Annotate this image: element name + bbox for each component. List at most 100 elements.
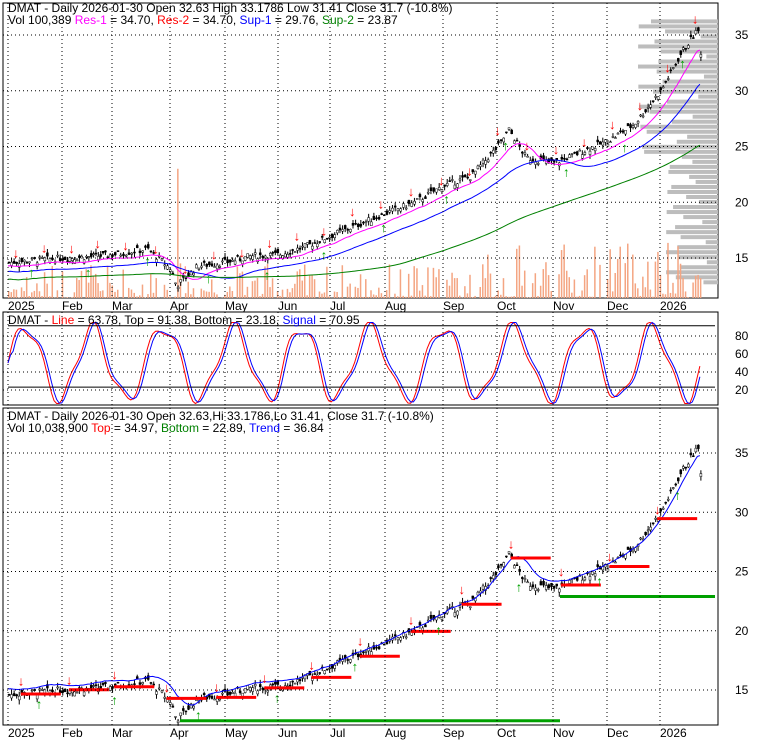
- candle-body: [174, 716, 177, 718]
- x-tick-label: Oct: [497, 299, 516, 313]
- candle-body: [149, 682, 153, 684]
- candle-body: [184, 710, 188, 713]
- candle-body: [521, 577, 524, 579]
- volume-bar: [56, 290, 59, 298]
- volume-profile-bar: [687, 134, 718, 139]
- candle-body: [63, 256, 67, 260]
- candle-body: [238, 690, 242, 694]
- candle-body: [15, 262, 18, 264]
- volume-bar: [359, 274, 362, 298]
- x-tick-label: May: [225, 726, 248, 740]
- volume-profile-bar: [673, 205, 718, 210]
- volume-bar: [259, 296, 261, 298]
- candle-body: [66, 260, 69, 262]
- candle-body: [654, 96, 657, 98]
- sell-arrow-icon: ↓: [609, 117, 616, 132]
- volume-bar: [195, 297, 197, 298]
- candle-body: [163, 264, 166, 267]
- volume-bar: [141, 284, 144, 298]
- candle-body: [513, 565, 516, 569]
- candle-body: [510, 129, 513, 134]
- candle-body: [424, 196, 427, 199]
- buy-arrow-icon: ↑: [111, 692, 118, 707]
- sell-arrow-icon: ↓: [349, 204, 356, 219]
- volume-bar: [318, 291, 321, 298]
- candle-body: [215, 264, 219, 270]
- buy-arrow-icon: ↑: [443, 191, 450, 206]
- candle-body: [639, 114, 642, 117]
- volume-bar: [639, 295, 642, 298]
- volume-bar: [349, 283, 351, 298]
- volume-bar: [326, 266, 328, 298]
- candle-body: [92, 685, 95, 687]
- volume-bar: [367, 296, 370, 298]
- candle-body: [138, 682, 142, 685]
- volume-bar: [526, 297, 529, 298]
- candle-body: [507, 551, 511, 554]
- candle-body: [43, 257, 47, 261]
- candle-body: [448, 180, 452, 182]
- volume-bar: [466, 293, 469, 298]
- candle-body: [367, 217, 370, 222]
- candle-body: [513, 140, 516, 144]
- sell-arrow-icon: ↓: [466, 164, 473, 179]
- candle-body: [404, 636, 408, 639]
- volume-profile-bar: [666, 270, 718, 275]
- volume-bar: [521, 285, 523, 298]
- volume-bar: [213, 292, 216, 298]
- volume-bar: [576, 296, 578, 298]
- candle-body: [187, 705, 190, 710]
- volume-bar: [446, 279, 448, 298]
- volume-bar: [279, 295, 281, 298]
- volume-profile-bar: [692, 159, 718, 164]
- candle-body: [646, 529, 650, 532]
- volume-profile-bar: [662, 79, 718, 84]
- candle-body: [641, 115, 645, 118]
- volume-bar: [25, 277, 28, 298]
- candle-body: [682, 47, 685, 50]
- candle-body: [261, 687, 264, 690]
- candle-body: [418, 622, 422, 626]
- volume-bar: [10, 292, 13, 298]
- candle-body: [651, 522, 655, 525]
- candle-body: [552, 160, 556, 163]
- candle-body: [99, 686, 102, 689]
- volume-bar: [508, 296, 510, 298]
- candle-body: [10, 694, 13, 699]
- candle-body: [48, 258, 52, 263]
- candle-body: [291, 249, 294, 251]
- candle-body: [588, 150, 592, 155]
- candle-body: [243, 688, 247, 693]
- volume-bar: [471, 297, 474, 298]
- volume-bar: [13, 289, 15, 298]
- candle-body: [568, 579, 571, 584]
- candle-body: [699, 54, 703, 58]
- candle-body: [218, 698, 222, 701]
- candle-body: [421, 199, 424, 203]
- volume-bar: [333, 291, 336, 298]
- x-tick-label: Jun: [278, 299, 297, 313]
- candle-body: [497, 140, 500, 144]
- candle-body: [515, 564, 519, 566]
- volume-bar: [147, 294, 149, 298]
- candle-body: [407, 199, 411, 204]
- price-tick-label: 25: [735, 140, 749, 154]
- candle-body: [399, 208, 402, 212]
- candle-body: [550, 583, 553, 588]
- volume-bar: [231, 290, 234, 298]
- candle-body: [364, 651, 368, 653]
- volume-bar: [313, 279, 316, 298]
- candle-body: [410, 202, 413, 207]
- volume-bar: [321, 293, 323, 298]
- candle-body: [231, 259, 234, 262]
- volume-bar: [513, 296, 515, 298]
- candle-body: [385, 210, 389, 215]
- candle-body: [338, 227, 342, 231]
- volume-profile-bar: [703, 74, 718, 79]
- volume-bar: [672, 282, 674, 298]
- candle-body: [492, 149, 495, 154]
- candle-body: [25, 262, 29, 264]
- volume-bar: [611, 291, 614, 298]
- volume-bar: [534, 273, 537, 298]
- volume-bar: [453, 278, 456, 298]
